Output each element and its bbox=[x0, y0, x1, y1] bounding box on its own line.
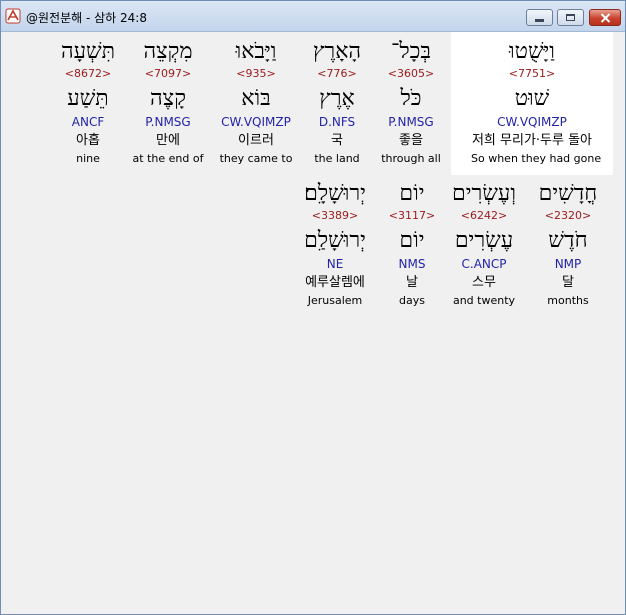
strongs-number[interactable]: <7751> bbox=[491, 67, 573, 81]
strongs-number[interactable]: <2320> bbox=[527, 209, 609, 223]
english-gloss: nine bbox=[76, 152, 100, 165]
hebrew-word: תִּשְׁעָה bbox=[60, 39, 116, 64]
app-logo-icon bbox=[5, 8, 21, 24]
hebrew-lemma: תֵּשַׁע bbox=[67, 86, 109, 111]
minimize-button[interactable] bbox=[526, 9, 553, 26]
minimize-icon bbox=[535, 18, 544, 22]
hebrew-lemma: שׁוּט bbox=[514, 86, 550, 111]
strongs-number[interactable]: <3605> bbox=[370, 67, 452, 81]
english-gloss: So when they had gone bbox=[471, 152, 602, 165]
hebrew-word: וַיָּשֻׁטוּ bbox=[509, 39, 555, 64]
strongs-number[interactable]: <6242> bbox=[443, 209, 525, 223]
strongs-number[interactable]: <935> bbox=[215, 67, 297, 81]
hebrew-lemma: בּוֹא bbox=[241, 86, 271, 111]
maximize-button[interactable] bbox=[557, 9, 584, 26]
english-gloss: Jerusalem bbox=[307, 294, 363, 307]
app-window: @원전분해 - 삼하 24:8 וַיָּשֻׁטוּ <7751> שׁוּט… bbox=[0, 0, 626, 615]
strongs-number[interactable]: <776> bbox=[296, 67, 378, 81]
parsing-code: NE bbox=[326, 257, 344, 271]
parsing-code: CW.VQIMZP bbox=[497, 115, 567, 129]
hebrew-lemma: יְרוּשָׁלִַם bbox=[304, 228, 366, 253]
strongs-number[interactable]: <3389> bbox=[294, 209, 376, 223]
parsing-code: CW.VQIMZP bbox=[221, 115, 291, 129]
title-bar[interactable]: @원전분해 - 삼하 24:8 bbox=[1, 1, 625, 32]
korean-gloss: 저희 무리가·두루 돌아 bbox=[471, 133, 593, 148]
parsing-code: ANCF bbox=[71, 115, 105, 129]
hebrew-word: וַיָּבֹאוּ bbox=[235, 39, 277, 64]
close-button[interactable] bbox=[589, 9, 621, 26]
strongs-number[interactable]: <8672> bbox=[47, 67, 129, 81]
strongs-number[interactable]: <3117> bbox=[371, 209, 453, 223]
maximize-icon bbox=[566, 14, 575, 21]
korean-gloss: 예루살렘에 bbox=[305, 275, 365, 290]
hebrew-word: יְרוּשָׁלִָם׃ bbox=[304, 181, 366, 206]
window-title: @원전분해 - 삼하 24:8 bbox=[26, 11, 147, 25]
verse-analysis-pane: וַיָּשֻׁטוּ <7751> שׁוּט CW.VQIMZP 저희 무리… bbox=[3, 32, 619, 610]
strongs-number[interactable]: <7097> bbox=[127, 67, 209, 81]
close-icon bbox=[600, 12, 610, 23]
korean-gloss: 아홉 bbox=[76, 133, 100, 148]
